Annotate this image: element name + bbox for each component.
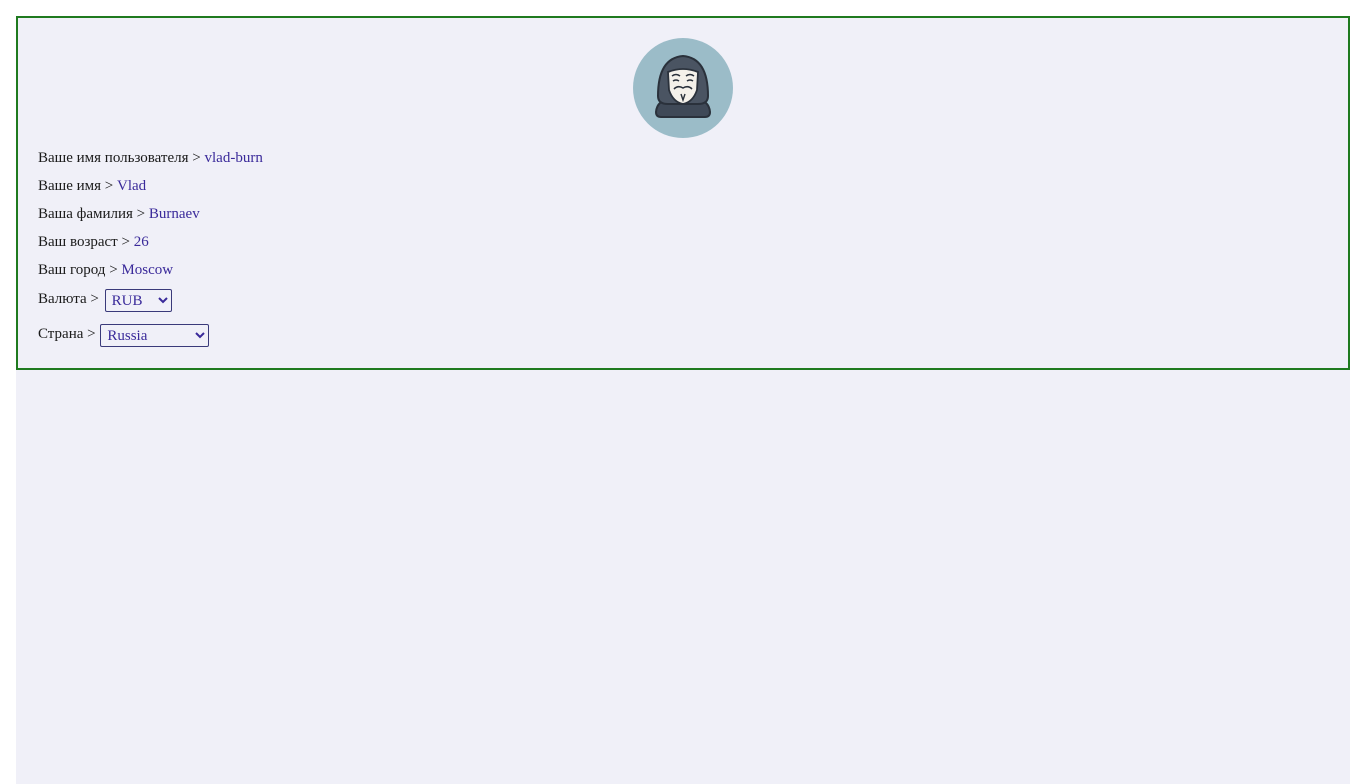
country-row: Страна > Russia bbox=[38, 323, 263, 358]
country-select[interactable]: Russia bbox=[100, 324, 210, 347]
age-value: 26 bbox=[133, 234, 149, 250]
lastname-value: Burnaev bbox=[148, 206, 200, 222]
city-row: Ваш город > Moscow bbox=[38, 260, 263, 288]
currency-select[interactable]: RUB bbox=[104, 289, 172, 312]
lastname-label: Ваша фамилия > bbox=[38, 206, 149, 222]
currency-label: Валюта > bbox=[38, 290, 103, 307]
profile-card: Ваше имя пользователя > vlad-burn Ваше и… bbox=[16, 16, 1350, 370]
city-value: Moscow bbox=[121, 262, 174, 278]
lastname-row: Ваша фамилия > Burnaev bbox=[38, 204, 263, 232]
age-label: Ваш возраст > bbox=[38, 234, 134, 250]
currency-row: Валюта > RUB bbox=[38, 288, 263, 323]
age-row: Ваш возраст > 26 bbox=[38, 232, 263, 260]
anonymous-mask-user-icon bbox=[654, 54, 712, 118]
profile-fields: Ваше имя пользователя > vlad-burn Ваше и… bbox=[38, 148, 263, 358]
firstname-value: Vlad bbox=[117, 178, 147, 194]
avatar bbox=[633, 38, 733, 138]
username-row: Ваше имя пользователя > vlad-burn bbox=[38, 148, 263, 176]
firstname-row: Ваше имя > Vlad bbox=[38, 176, 263, 204]
username-value: vlad-burn bbox=[204, 150, 263, 166]
country-label: Страна > bbox=[38, 325, 100, 342]
username-label: Ваше имя пользователя > bbox=[38, 150, 205, 166]
city-label: Ваш город > bbox=[38, 262, 122, 278]
firstname-label: Ваше имя > bbox=[38, 178, 117, 194]
